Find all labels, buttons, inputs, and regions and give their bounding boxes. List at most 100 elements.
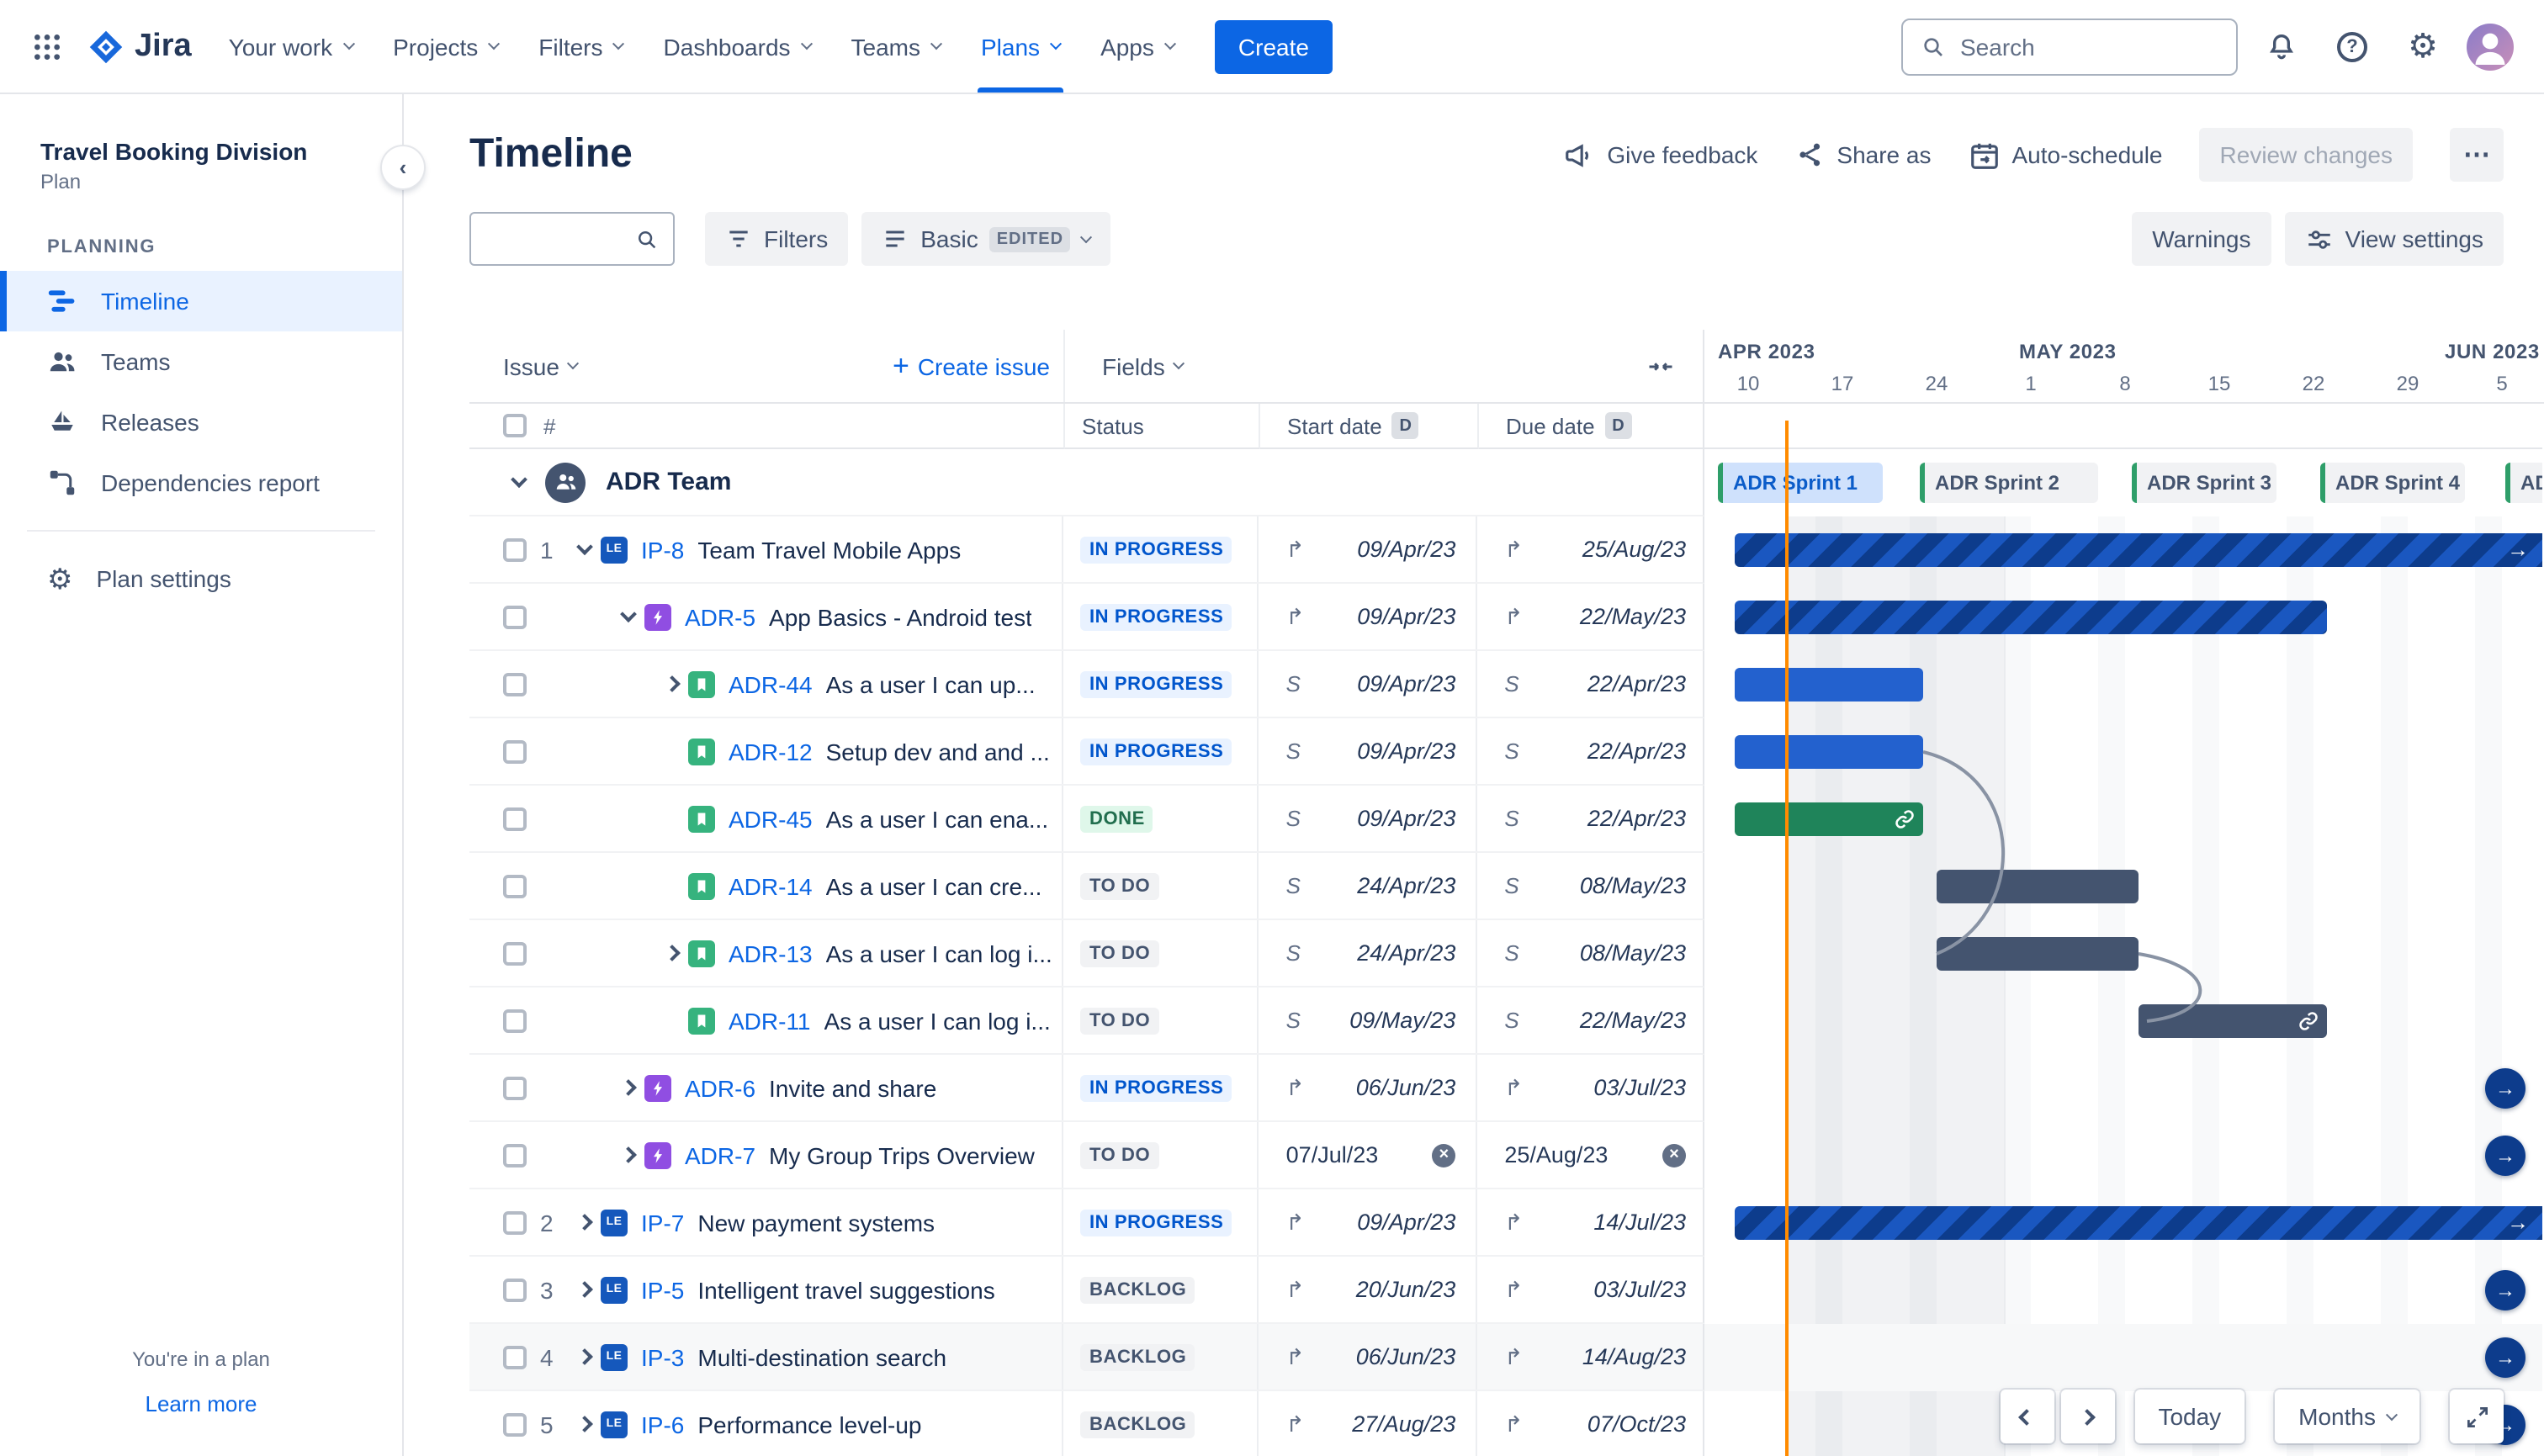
start-date-cell[interactable]: ↱ 20/Jun/23	[1259, 1257, 1478, 1322]
issue-key-link[interactable]: ADR-7	[685, 1141, 755, 1168]
plan-search[interactable]	[469, 212, 675, 266]
expand-chevron[interactable]	[567, 1416, 601, 1432]
scroll-to-bar-button[interactable]: →	[2485, 1136, 2525, 1176]
nav-apps[interactable]: Apps	[1080, 0, 1195, 93]
expand-chevron[interactable]	[567, 1281, 601, 1298]
due-date-cell[interactable]: ↱ 14/Aug/23	[1477, 1324, 1703, 1390]
status-cell[interactable]: IN PROGRESS	[1064, 718, 1259, 784]
view-settings-button[interactable]: View settings	[2284, 212, 2504, 266]
sprint-chip[interactable]: ADR Sprint 3	[2132, 463, 2276, 503]
sidebar-item-plan-settings[interactable]: ⚙ Plan settings	[0, 548, 402, 609]
issue-key-link[interactable]: ADR-44	[729, 670, 813, 697]
warnings-button[interactable]: Warnings	[2132, 212, 2271, 266]
due-date-cell[interactable]: S 08/May/23	[1477, 853, 1703, 919]
row-checkbox[interactable]	[503, 605, 527, 628]
nav-your-work[interactable]: Your work	[209, 0, 374, 93]
row-checkbox[interactable]	[503, 1210, 527, 1234]
nav-teams[interactable]: Teams	[831, 0, 961, 93]
status-cell[interactable]: TO DO	[1064, 920, 1259, 986]
gantt-bar[interactable]	[1735, 668, 1923, 702]
status-cell[interactable]: TO DO	[1064, 1122, 1259, 1188]
status-cell[interactable]: IN PROGRESS	[1064, 516, 1259, 582]
app-switcher-icon[interactable]	[20, 19, 74, 73]
collapse-fields-icon[interactable]	[1646, 351, 1676, 381]
expand-chevron[interactable]	[567, 1214, 601, 1231]
give-feedback-button[interactable]: Give feedback	[1563, 139, 1757, 171]
sprint-chip[interactable]: ADR Sprint 2	[1920, 463, 2098, 503]
due-date-cell[interactable]: 25/Aug/23 ×	[1477, 1122, 1703, 1188]
gantt-bar[interactable]	[1735, 735, 1923, 769]
status-cell[interactable]: BACKLOG	[1064, 1257, 1259, 1322]
nav-plans[interactable]: Plans	[961, 0, 1080, 93]
collapse-sidebar-button[interactable]: ‹	[382, 146, 424, 188]
start-date-column-header[interactable]: Start date	[1287, 413, 1382, 438]
row-checkbox[interactable]	[503, 739, 527, 763]
sidebar-item-timeline[interactable]: Timeline	[0, 271, 402, 331]
fields-header[interactable]: Fields	[1102, 352, 1165, 379]
status-cell[interactable]: IN PROGRESS	[1064, 1189, 1259, 1255]
expand-chevron[interactable]	[611, 1146, 644, 1163]
status-cell[interactable]: IN PROGRESS	[1064, 651, 1259, 717]
start-date-cell[interactable]: ↱ 09/Apr/23	[1259, 584, 1478, 649]
global-search[interactable]	[1901, 18, 2238, 75]
due-date-cell[interactable]: ↱ 03/Jul/23	[1477, 1257, 1703, 1322]
create-issue-button[interactable]: + Create issue	[893, 352, 1050, 380]
scroll-to-bar-button[interactable]: →	[2485, 1337, 2525, 1378]
due-date-column-header[interactable]: Due date	[1506, 413, 1595, 438]
row-checkbox[interactable]	[503, 1345, 527, 1369]
due-date-cell[interactable]: ↱ 22/May/23	[1477, 584, 1703, 649]
issue-key-link[interactable]: ADR-14	[729, 872, 813, 899]
view-selector-button[interactable]: Basic EDITED	[861, 212, 1111, 266]
issue-key-link[interactable]: ADR-5	[685, 603, 755, 630]
row-checkbox[interactable]	[503, 1278, 527, 1301]
start-date-cell[interactable]: ↱ 09/Apr/23	[1259, 516, 1478, 582]
nav-dashboards[interactable]: Dashboards	[644, 0, 831, 93]
sprint-chip[interactable]: ADR Sprint 5	[2505, 463, 2542, 503]
status-cell[interactable]: IN PROGRESS	[1064, 1055, 1259, 1120]
nav-filters[interactable]: Filters	[518, 0, 643, 93]
row-checkbox[interactable]	[503, 672, 527, 696]
start-date-cell[interactable]: S 09/Apr/23	[1259, 718, 1478, 784]
auto-schedule-button[interactable]: Auto-schedule	[1969, 139, 2163, 171]
issue-key-link[interactable]: IP-5	[641, 1276, 684, 1303]
scroll-to-bar-button[interactable]: →	[2485, 1270, 2525, 1310]
start-date-cell[interactable]: ↱ 09/Apr/23	[1259, 1189, 1478, 1255]
jira-logo[interactable]: Jira	[87, 28, 192, 65]
due-date-cell[interactable]: ↱ 03/Jul/23	[1477, 1055, 1703, 1120]
nav-projects[interactable]: Projects	[373, 0, 518, 93]
settings-gear-icon[interactable]: ⚙	[2396, 19, 2450, 73]
scroll-to-bar-button[interactable]: →	[2485, 1068, 2525, 1109]
review-changes-button[interactable]: Review changes	[2199, 128, 2413, 182]
row-checkbox[interactable]	[503, 1412, 527, 1436]
due-date-cell[interactable]: S 22/May/23	[1477, 987, 1703, 1053]
select-all-checkbox[interactable]	[503, 414, 527, 437]
filters-button[interactable]: Filters	[705, 212, 849, 266]
sidebar-item-releases[interactable]: Releases	[0, 392, 402, 453]
create-button[interactable]: Create	[1214, 19, 1333, 73]
expand-chevron[interactable]	[655, 675, 688, 692]
status-cell[interactable]: TO DO	[1064, 987, 1259, 1053]
collapse-group-chevron[interactable]	[511, 471, 527, 489]
gantt-bar[interactable]: →	[1735, 533, 2542, 567]
issue-key-link[interactable]: IP-7	[641, 1209, 684, 1236]
gantt-bar[interactable]	[1735, 601, 2327, 634]
row-checkbox[interactable]	[503, 807, 527, 830]
scroll-left-button[interactable]	[2000, 1390, 2054, 1443]
gantt-bar[interactable]	[1937, 937, 2139, 971]
expand-chevron[interactable]	[611, 1079, 644, 1096]
issue-key-link[interactable]: ADR-11	[729, 1007, 811, 1034]
start-date-cell[interactable]: S 09/Apr/23	[1259, 651, 1478, 717]
start-date-cell[interactable]: S 24/Apr/23	[1259, 853, 1478, 919]
start-date-cell[interactable]: ↱ 27/Aug/23	[1259, 1391, 1478, 1456]
issue-column-header[interactable]: Issue	[503, 352, 559, 379]
row-checkbox[interactable]	[503, 1009, 527, 1032]
help-icon[interactable]: ?	[2325, 19, 2379, 73]
issue-key-link[interactable]: ADR-12	[729, 738, 813, 765]
start-date-cell[interactable]: 07/Jul/23 ×	[1259, 1122, 1478, 1188]
due-date-cell[interactable]: S 22/Apr/23	[1477, 718, 1703, 784]
sprint-chip[interactable]: ADR Sprint 4	[2320, 463, 2465, 503]
issue-key-link[interactable]: ADR-6	[685, 1074, 755, 1101]
row-checkbox[interactable]	[503, 1076, 527, 1099]
due-date-cell[interactable]: S 22/Apr/23	[1477, 651, 1703, 717]
share-as-button[interactable]: Share as	[1794, 140, 1932, 170]
